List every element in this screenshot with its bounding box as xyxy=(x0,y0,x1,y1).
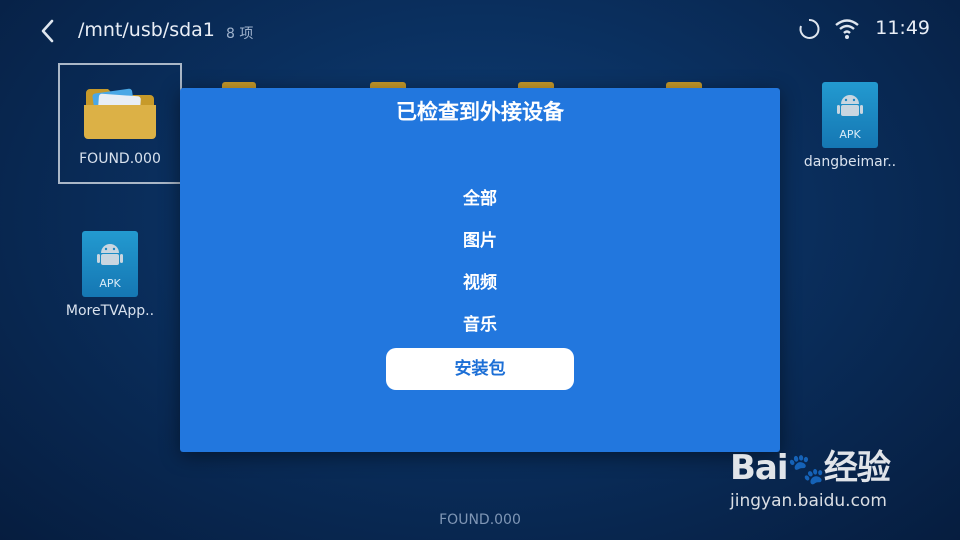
back-arrow-icon[interactable] xyxy=(36,16,62,46)
apk-badge: APK xyxy=(839,128,861,141)
apk-file-icon: APK xyxy=(822,82,878,148)
file-name: dangbeimar.. xyxy=(803,154,897,170)
android-icon xyxy=(97,244,123,265)
file-name: FOUND.000 xyxy=(79,151,161,167)
external-device-dialog: 已检查到外接设备 全部 图片 视频 音乐 安装包 xyxy=(180,88,780,452)
menu-item-music[interactable]: 音乐 xyxy=(386,304,574,346)
filter-menu: 全部 图片 视频 音乐 安装包 xyxy=(180,178,780,390)
wifi-icon xyxy=(835,19,859,39)
menu-item-all[interactable]: 全部 xyxy=(386,178,574,220)
baidu-watermark: Bai🐾经验 jingyan.baidu.com xyxy=(730,440,910,520)
top-bar: /mnt/usb/sda1 8 项 11:49 xyxy=(0,0,960,62)
file-item-moretv-apk[interactable]: APK MoreTVApp.. xyxy=(50,231,170,319)
menu-item-videos[interactable]: 视频 xyxy=(386,262,574,304)
item-count: 8 项 xyxy=(226,26,254,42)
folder-icon xyxy=(84,88,156,139)
current-path: /mnt/usb/sda1 xyxy=(78,19,215,41)
watermark-url: jingyan.baidu.com xyxy=(730,491,887,511)
file-name: MoreTVApp.. xyxy=(65,303,155,319)
dialog-title: 已检查到外接设备 xyxy=(396,100,564,124)
menu-item-installers[interactable]: 安装包 xyxy=(386,348,574,390)
loading-spinner-icon xyxy=(799,18,820,39)
apk-badge: APK xyxy=(99,277,121,290)
menu-item-pictures[interactable]: 图片 xyxy=(386,220,574,262)
file-item-dangbei-apk[interactable]: APK dangbeimar.. xyxy=(790,82,910,170)
apk-file-icon: APK xyxy=(82,231,138,297)
android-icon xyxy=(837,95,863,116)
file-item-found-folder[interactable]: FOUND.000 xyxy=(58,63,182,184)
clock: 11:49 xyxy=(875,17,930,39)
baidu-logo: Bai🐾经验 xyxy=(730,448,891,488)
